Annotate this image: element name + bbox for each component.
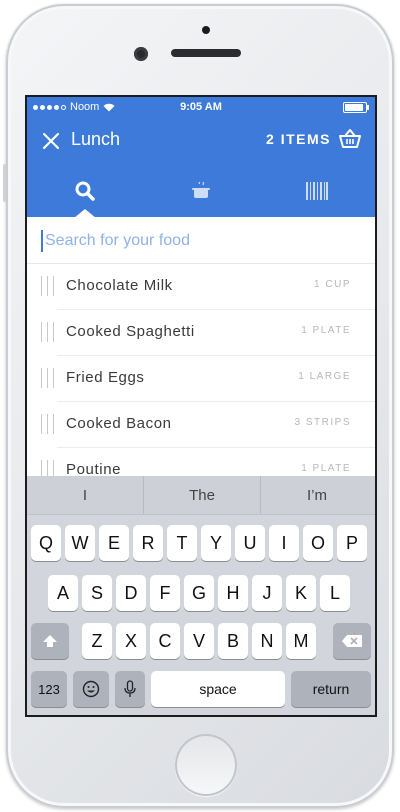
key-m[interactable]: M [286, 623, 316, 659]
key-h[interactable]: H [218, 575, 248, 611]
key-u[interactable]: U [235, 525, 265, 561]
food-name: Fried Eggs [66, 369, 145, 386]
food-quantity: 3 STRIPS [294, 417, 351, 428]
suggestion-item[interactable]: The [143, 476, 261, 514]
key-d[interactable]: D [116, 575, 146, 611]
key-o[interactable]: O [303, 525, 333, 561]
key-p[interactable]: P [337, 525, 367, 561]
front-camera [134, 47, 148, 61]
delete-key[interactable] [333, 623, 371, 659]
return-key[interactable]: return [291, 671, 371, 707]
battery-icon [343, 102, 369, 113]
food-name: Cooked Spaghetti [66, 323, 195, 340]
numbers-key[interactable]: 123 [31, 671, 67, 707]
key-w[interactable]: W [65, 525, 95, 561]
key-s[interactable]: S [82, 575, 112, 611]
suggestion-item[interactable]: I’m [259, 476, 375, 514]
key-f[interactable]: F [150, 575, 180, 611]
drag-handle-icon[interactable] [41, 368, 55, 388]
status-bar: Noom 9:05 AM [27, 97, 375, 117]
food-name: Cooked Bacon [66, 415, 172, 432]
sensor-dot [202, 26, 210, 34]
drag-handle-icon[interactable] [41, 414, 55, 434]
list-item[interactable]: Chocolate Milk 1 CUP [41, 264, 375, 310]
search-input[interactable] [41, 230, 355, 252]
shift-key[interactable] [31, 623, 69, 659]
drag-handle-icon[interactable] [41, 322, 55, 342]
barcode-icon [306, 182, 328, 200]
key-r[interactable]: R [133, 525, 163, 561]
key-v[interactable]: V [184, 623, 214, 659]
food-quantity: 1 LARGE [298, 371, 351, 382]
home-button[interactable] [175, 734, 237, 796]
tab-recipes[interactable] [143, 165, 259, 217]
key-i[interactable]: I [269, 525, 299, 561]
food-name: Chocolate Milk [66, 277, 173, 294]
cooking-pot-icon [192, 182, 210, 198]
key-e[interactable]: E [99, 525, 129, 561]
list-item[interactable]: Cooked Spaghetti 1 PLATE [41, 310, 375, 356]
app-header: Lunch 2 ITEMS [27, 117, 375, 165]
suggestion-item[interactable]: I [27, 476, 143, 514]
dictation-key[interactable] [115, 671, 145, 707]
key-k[interactable]: K [286, 575, 316, 611]
screen: Noom 9:05 AM Lunch 2 ITEMS Search for yo… [27, 97, 375, 715]
emoji-key[interactable] [73, 671, 109, 707]
active-tab-indicator [74, 209, 96, 218]
food-list: Chocolate Milk 1 CUP Cooked Spaghetti 1 … [27, 264, 375, 494]
emoji-icon [82, 680, 100, 698]
key-b[interactable]: B [218, 623, 248, 659]
tab-barcode[interactable] [259, 165, 375, 217]
drag-handle-icon[interactable] [41, 276, 55, 296]
key-l[interactable]: L [320, 575, 350, 611]
status-time: 9:05 AM [180, 101, 222, 113]
basket-icon[interactable] [339, 129, 361, 149]
backspace-icon [342, 635, 362, 647]
key-z[interactable]: Z [82, 623, 112, 659]
key-t[interactable]: T [167, 525, 197, 561]
suggestion-bar: I The I’m [27, 476, 375, 515]
list-item[interactable]: Fried Eggs 1 LARGE [41, 356, 375, 402]
key-n[interactable]: N [252, 623, 282, 659]
key-y[interactable]: Y [201, 525, 231, 561]
key-q[interactable]: Q [31, 525, 61, 561]
space-key[interactable]: space [151, 671, 285, 707]
keyboard: I The I’m Q W E R T Y U I O P A S D F G … [27, 476, 375, 715]
earpiece-speaker [171, 49, 241, 57]
key-j[interactable]: J [252, 575, 282, 611]
key-c[interactable]: C [150, 623, 180, 659]
food-quantity: 1 PLATE [301, 463, 351, 474]
list-item[interactable]: Cooked Bacon 3 STRIPS [41, 402, 375, 448]
key-a[interactable]: A [48, 575, 78, 611]
search-bar [27, 218, 375, 264]
key-g[interactable]: G [184, 575, 214, 611]
items-count[interactable]: 2 ITEMS [266, 131, 331, 147]
key-x[interactable]: X [116, 623, 146, 659]
food-quantity: 1 PLATE [301, 325, 351, 336]
shift-arrow-icon [43, 635, 57, 647]
close-icon[interactable] [42, 132, 60, 150]
microphone-icon [124, 680, 136, 697]
food-quantity: 1 CUP [314, 279, 351, 290]
meal-title: Lunch [71, 129, 121, 149]
search-icon [75, 181, 95, 201]
